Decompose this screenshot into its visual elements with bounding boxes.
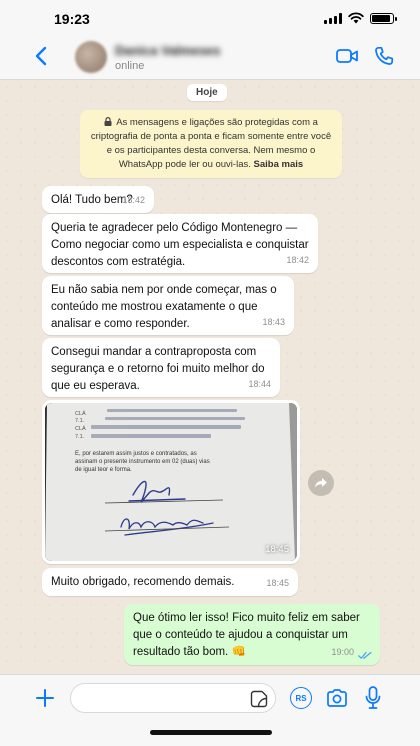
contact-name[interactable]: Danica Valmeses bbox=[115, 42, 225, 58]
message-text: Queria te agradecer pelo Código Monteneg… bbox=[51, 222, 309, 268]
photo-label: 7.1. bbox=[75, 434, 85, 440]
double-check-icon bbox=[358, 651, 372, 659]
chat-area[interactable]: Hoje As mensagens e ligações são protegi… bbox=[0, 80, 420, 674]
pix-rs-button[interactable]: RS bbox=[290, 687, 312, 709]
message-input[interactable] bbox=[70, 683, 276, 713]
plus-icon[interactable] bbox=[34, 687, 56, 709]
contact-name-text: Danica Valmeses bbox=[115, 43, 221, 58]
message-time: 18:45 bbox=[265, 544, 289, 555]
message-bubble[interactable]: Eu não sabia nem por onde começar, mas o… bbox=[42, 276, 294, 335]
avatar[interactable] bbox=[75, 41, 107, 73]
video-camera-icon[interactable] bbox=[336, 47, 358, 65]
home-indicator bbox=[150, 730, 272, 735]
photo-text-line: assinam o presente instrumento em 02 (du… bbox=[75, 459, 210, 465]
message-text: Eu não sabia nem por onde começar, mas o… bbox=[51, 284, 277, 330]
battery-icon bbox=[370, 12, 397, 24]
status-icons bbox=[324, 12, 397, 24]
contract-photo-image: CLÁ 7.1. CLÁ 7.1. E, por estarem assim j… bbox=[45, 403, 297, 561]
chevron-left-icon[interactable] bbox=[30, 44, 54, 68]
message-time: 18:42 bbox=[122, 195, 145, 205]
message-time: 18:43 bbox=[262, 317, 285, 327]
status-time: 19:23 bbox=[54, 11, 90, 27]
message-bubble[interactable]: Muito obrigado, recomendo demais. 18:45 bbox=[42, 568, 298, 596]
chat-header: Danica Valmeses online bbox=[0, 34, 420, 80]
outgoing-message-bubble[interactable]: Que ótimo ler isso! Fico muito feliz em … bbox=[124, 604, 380, 665]
input-bar: RS bbox=[0, 674, 420, 746]
photo-text-line: de igual teor e forma. bbox=[75, 467, 132, 473]
status-bar: 19:23 bbox=[0, 0, 420, 34]
wifi-icon bbox=[348, 12, 364, 24]
message-bubble[interactable]: Consegui mandar a contraproposta com seg… bbox=[42, 338, 280, 397]
sticker-icon[interactable] bbox=[250, 690, 268, 708]
phone-screen: 19:23 Danica Valmeses online Hoje As men… bbox=[0, 0, 420, 746]
contract-photo[interactable]: CLÁ 7.1. CLÁ 7.1. E, por estarem assim j… bbox=[45, 403, 297, 561]
message-bubble[interactable]: Queria te agradecer pelo Código Monteneg… bbox=[42, 214, 318, 273]
photo-text-line: E, por estarem assim justos e contratado… bbox=[75, 451, 197, 457]
encryption-learn-more-link[interactable]: Saiba mais bbox=[254, 159, 304, 170]
message-text: Muito obrigado, recomendo demais. bbox=[51, 576, 235, 588]
forward-arrow-icon bbox=[315, 478, 327, 488]
photo-label: 7.1. bbox=[75, 418, 85, 424]
date-chip: Hoje bbox=[187, 84, 227, 101]
message-text: Consegui mandar a contraproposta com seg… bbox=[51, 346, 265, 392]
phone-icon[interactable] bbox=[374, 46, 394, 66]
photo-label: CLÁ bbox=[75, 410, 86, 417]
camera-icon[interactable] bbox=[326, 689, 348, 707]
forward-button[interactable] bbox=[308, 470, 334, 496]
message-bubble[interactable]: Olá! Tudo bem? 18:42 bbox=[42, 186, 154, 213]
message-time: 18:45 bbox=[266, 578, 289, 588]
message-time: 18:42 bbox=[286, 255, 309, 265]
microphone-icon[interactable] bbox=[365, 686, 381, 710]
lock-icon bbox=[104, 117, 112, 126]
message-time: 18:44 bbox=[248, 379, 271, 389]
cellular-signal-icon bbox=[324, 12, 342, 24]
contact-status: online bbox=[115, 60, 145, 72]
image-message-bubble[interactable]: CLÁ 7.1. CLÁ 7.1. E, por estarem assim j… bbox=[42, 400, 300, 564]
battery-fill bbox=[372, 14, 390, 22]
photo-label: CLÁ bbox=[75, 425, 86, 432]
message-time: 19:00 bbox=[331, 647, 354, 657]
encryption-notice[interactable]: As mensagens e ligações são protegidas c… bbox=[80, 110, 342, 178]
